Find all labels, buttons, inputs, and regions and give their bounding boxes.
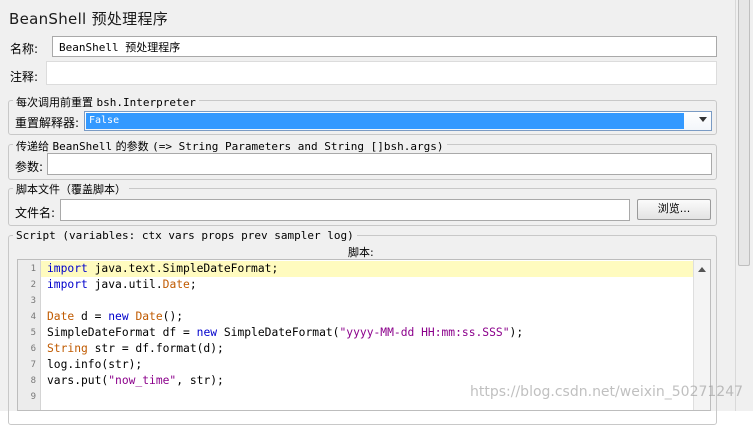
line-number: 2	[30, 280, 36, 290]
panel-scrollbar-thumb[interactable]	[738, 0, 750, 266]
reset-interpreter-select[interactable]: False	[84, 111, 712, 131]
line-number: 1	[30, 264, 36, 274]
parameters-legend-code-2: (=> String Parameters and String []bsh.a…	[152, 140, 444, 153]
parameters-label: 参数:	[15, 160, 44, 174]
reset-legend-code: bsh.Interpreter	[96, 96, 196, 109]
parameters-legend: 传递给 BeanShell 的参数 (=> String Parameters …	[13, 138, 447, 154]
code-line: SimpleDateFormat df = new SimpleDateForm…	[47, 326, 524, 339]
reset-interpreter-value: False	[86, 113, 684, 129]
line-number: 6	[30, 344, 36, 354]
name-input-value: BeanShell 预处理程序	[59, 41, 181, 54]
line-number: 9	[30, 392, 36, 402]
reset-interpreter-label: 重置解释器:	[15, 116, 80, 130]
line-number: 5	[30, 328, 36, 338]
line-number: 8	[30, 376, 36, 386]
parameters-legend-code-1: BeanShell	[52, 140, 113, 153]
script-caption: 脚本:	[348, 246, 374, 259]
name-input[interactable]: BeanShell 预处理程序	[52, 36, 717, 57]
parameters-input[interactable]	[47, 153, 712, 175]
parameters-legend-text-1: 传递给	[16, 140, 49, 153]
beanshell-preprocessor-panel: BeanShell 预处理程序 名称: BeanShell 预处理程序 注释: …	[0, 0, 735, 425]
filename-input[interactable]	[60, 199, 630, 221]
browse-button[interactable]: 浏览...	[637, 199, 711, 220]
code-line: String str = df.format(d);	[47, 342, 224, 355]
page-title: BeanShell 预处理程序	[9, 10, 169, 28]
comment-label: 注释:	[10, 70, 39, 84]
script-file-legend: 脚本文件（覆盖脚本）	[13, 181, 129, 197]
code-line: Date d = new Date();	[47, 310, 184, 323]
parameters-legend-text-2: 的参数	[115, 140, 149, 153]
code-line: import java.util.Date;	[47, 278, 197, 291]
code-line: import java.text.SimpleDateFormat;	[47, 262, 279, 275]
code-line: log.info(str);	[47, 358, 143, 371]
line-number: 7	[30, 360, 36, 370]
script-legend: Script (variables: ctx vars props prev s…	[13, 229, 357, 242]
watermark: https://blog.csdn.net/weixin_50271247	[470, 384, 744, 400]
reset-interpreter-legend: 每次调用前重置 bsh.Interpreter	[13, 94, 199, 110]
arrow-up-icon[interactable]	[698, 267, 706, 272]
code-line: vars.put("now_time", str);	[47, 374, 224, 387]
chevron-down-icon[interactable]	[699, 117, 707, 122]
filename-label: 文件名:	[15, 206, 56, 220]
name-label: 名称:	[10, 42, 39, 56]
line-number: 3	[30, 296, 36, 306]
reset-legend-text: 每次调用前重置	[16, 96, 93, 109]
panel-scrollbar[interactable]	[735, 0, 753, 411]
line-number: 4	[30, 312, 36, 322]
line-number-gutter: 1 2 3 4 5 6 7 8 9	[18, 260, 41, 410]
comment-input[interactable]	[46, 61, 717, 85]
